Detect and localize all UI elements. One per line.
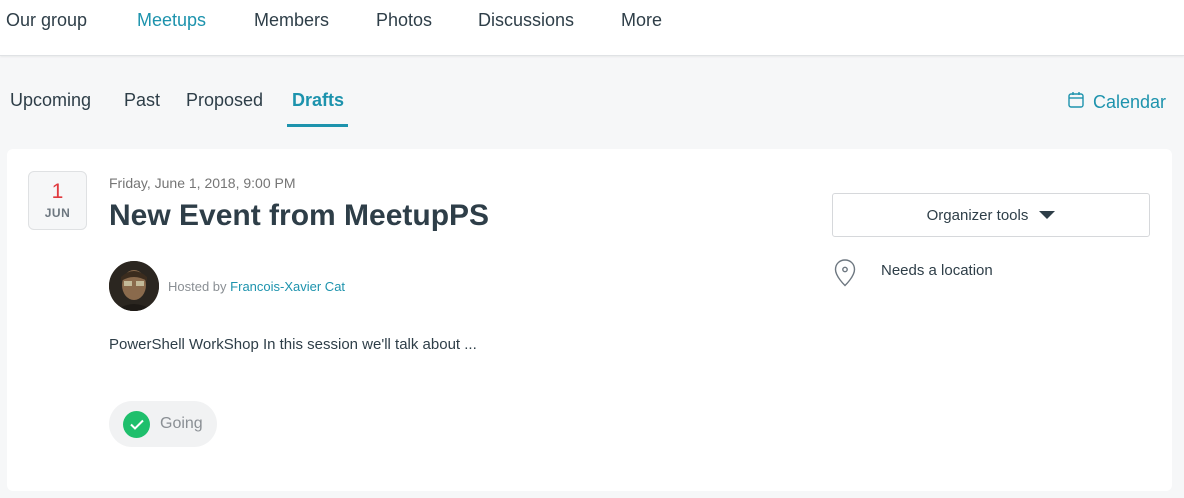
nav-discussions[interactable]: Discussions [478,9,574,31]
rsvp-going-label: Going [160,415,203,432]
group-nav-bar: Our group Meetups Members Photos Discuss… [0,0,1184,56]
hosted-by-line: Hosted by Francois-Xavier Cat [168,279,345,294]
calendar-icon [1068,91,1093,113]
check-icon [123,410,150,438]
calendar-link[interactable]: Calendar [1068,91,1166,113]
tab-proposed[interactable]: Proposed [186,89,263,111]
tab-past[interactable]: Past [124,89,160,111]
caret-down-icon [1039,211,1056,219]
nav-our-group[interactable]: Our group [6,9,87,31]
nav-members[interactable]: Members [254,9,329,31]
tab-drafts[interactable]: Drafts [292,89,344,111]
nav-photos[interactable]: Photos [376,9,432,31]
rsvp-going-button[interactable]: Going [109,401,217,447]
event-datetime: Friday, June 1, 2018, 9:00 PM [109,175,296,191]
nav-meetups[interactable]: Meetups [137,9,206,31]
event-date-day: 1 [51,180,64,203]
calendar-link-label: Calendar [1093,91,1167,112]
organizer-tools-label: Organizer tools [926,206,1029,224]
tab-upcoming[interactable]: Upcoming [10,89,91,111]
event-description: PowerShell WorkShop In this session we'l… [109,336,477,353]
event-title[interactable]: New Event from MeetupPS [109,197,489,235]
nav-more[interactable]: More [621,9,662,31]
organizer-tools-button[interactable]: Organizer tools [832,193,1150,237]
hosted-by-prefix: Hosted by [168,279,227,294]
event-date-badge: 1 JUN [28,171,87,230]
host-avatar[interactable] [109,261,159,311]
map-pin-icon [834,259,856,292]
host-name-link[interactable]: Francois-Xavier Cat [230,279,345,294]
event-location-status: Needs a location [881,262,993,279]
event-date-month: JUN [44,206,71,220]
active-tab-indicator [287,124,348,127]
